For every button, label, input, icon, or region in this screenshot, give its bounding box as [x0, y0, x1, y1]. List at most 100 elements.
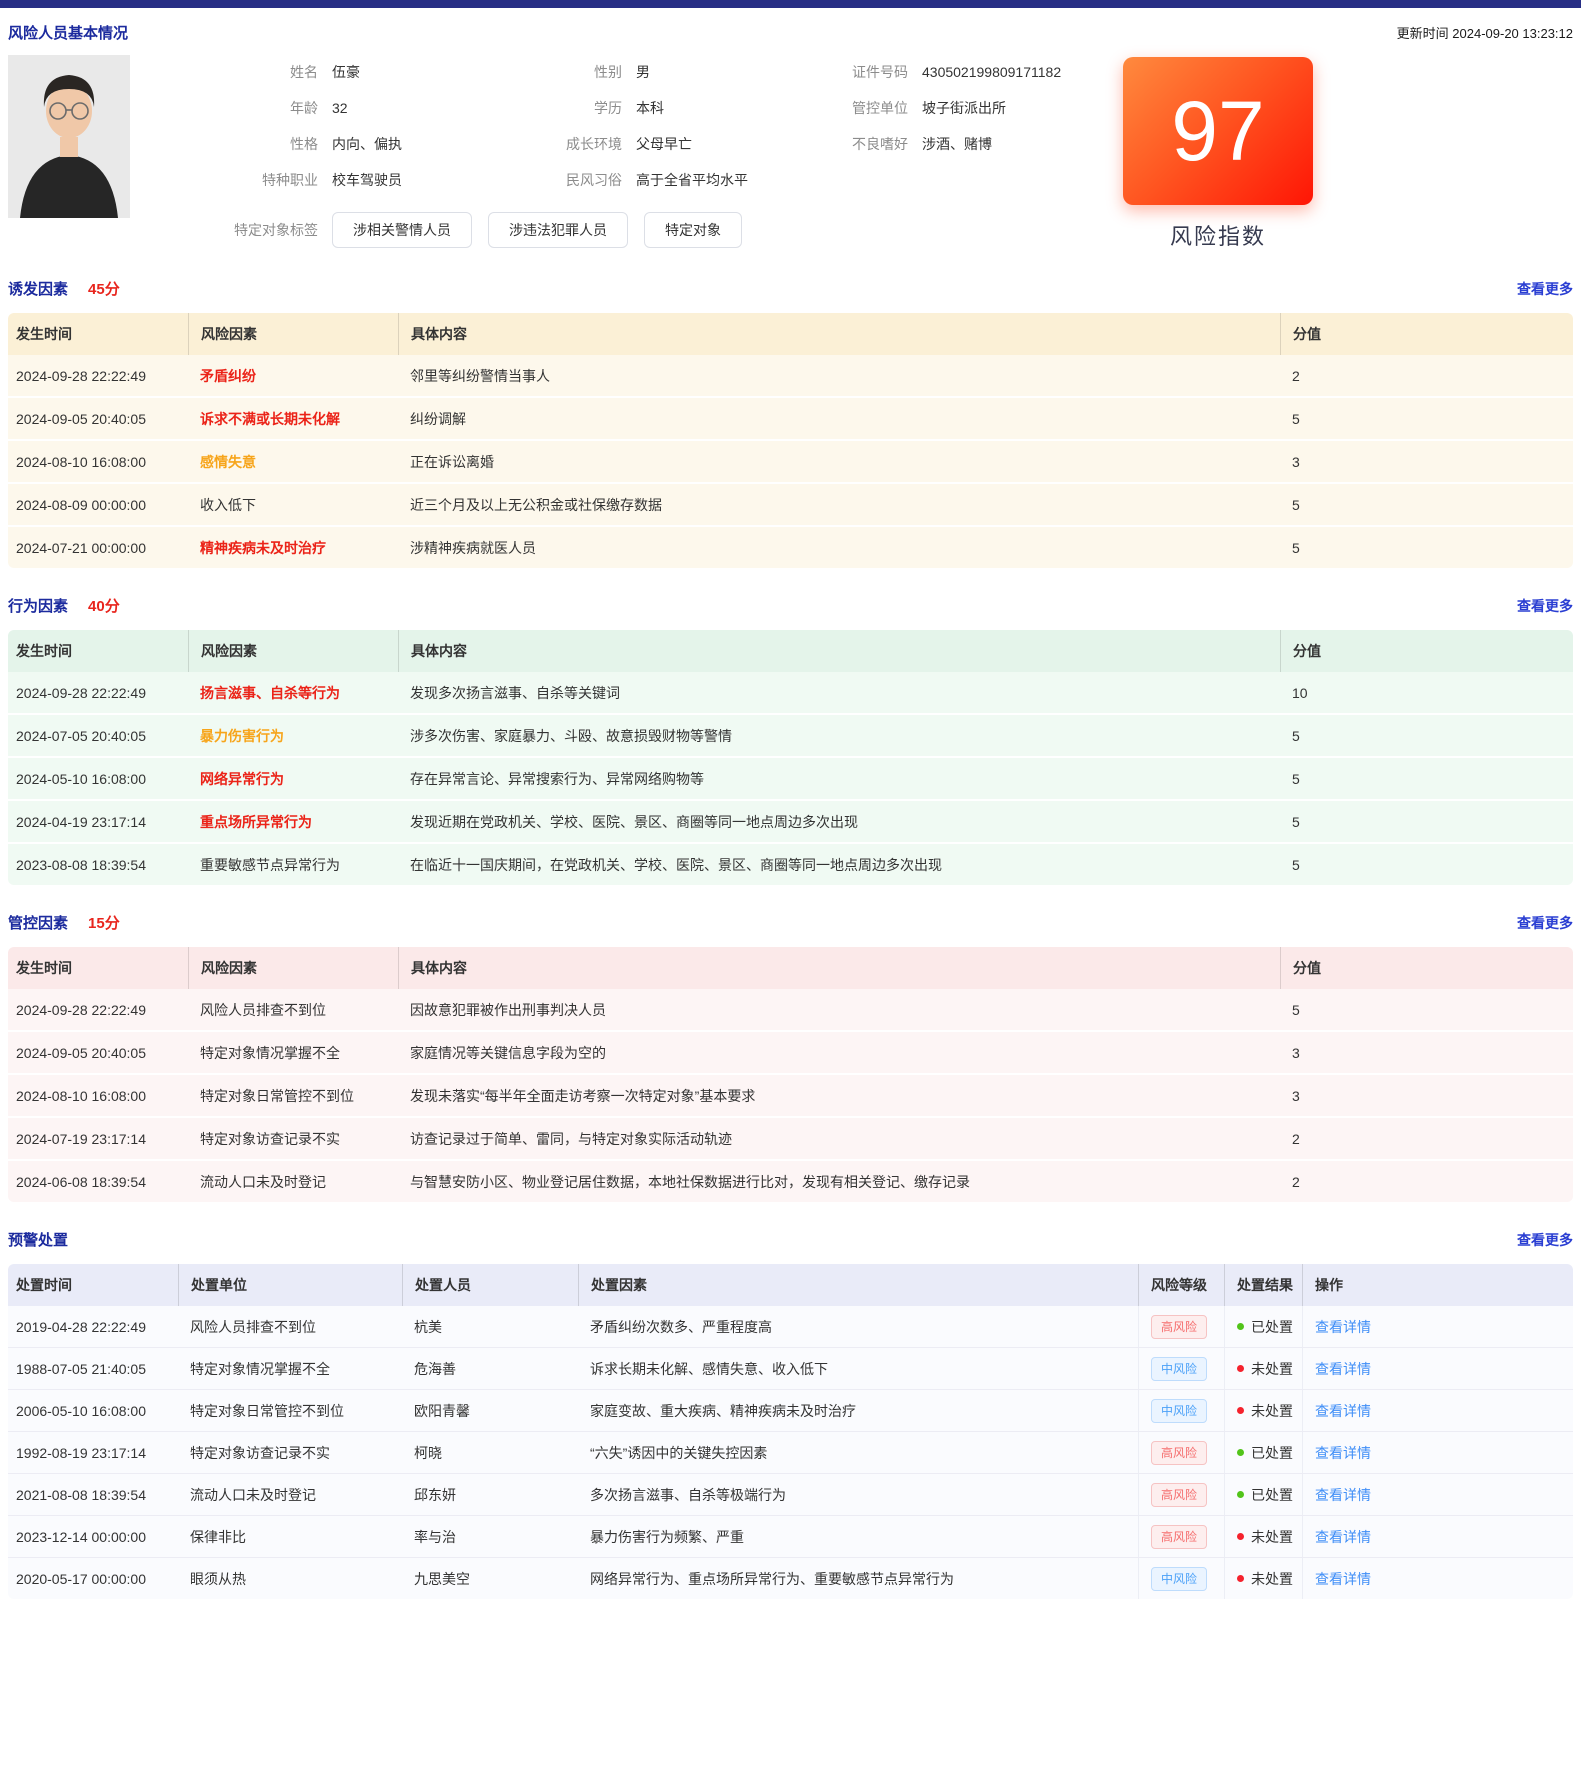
- column-header: 风险等级: [1138, 1264, 1224, 1306]
- risk-person-page: 风险人员基本情况 更新时间 2024-09-20 13:23:12 姓名伍豪性别…: [0, 22, 1581, 1599]
- cell-risk-factor: 特定对象日常管控不到位: [188, 1075, 398, 1116]
- cell-score: 5: [1280, 758, 1573, 799]
- table-row: 2024-08-10 16:08:00特定对象日常管控不到位发现未落实“每半年全…: [8, 1073, 1573, 1116]
- column-header: 处置人员: [402, 1264, 578, 1306]
- view-more-link[interactable]: 查看更多: [1517, 596, 1573, 616]
- result-status-dot: [1237, 1533, 1244, 1540]
- column-header: 分值: [1280, 313, 1573, 355]
- risk-level-badge: 高风险: [1151, 1483, 1207, 1507]
- column-header: 处置时间: [8, 1264, 178, 1306]
- field-label: 不良嗜好: [846, 134, 908, 154]
- column-header: 处置因素: [578, 1264, 1138, 1306]
- table-row: 2024-09-28 22:22:49矛盾纠纷邻里等纠纷警情当事人2: [8, 355, 1573, 396]
- cell-risk-factor: 风险人员排查不到位: [188, 989, 398, 1030]
- field-label: 学历: [536, 98, 622, 118]
- cell-occur-time: 2024-09-05 20:40:05: [8, 398, 188, 439]
- field-label: 证件号码: [846, 62, 908, 82]
- result-status-text: 未处置: [1251, 1527, 1293, 1547]
- cell-occur-time: 2024-09-28 22:22:49: [8, 672, 188, 713]
- cell-disposal-result: 已处置: [1224, 1432, 1302, 1473]
- section-header: 预警处置 查看更多: [8, 1229, 1573, 1250]
- cell-disposal-unit: 特定对象访查记录不实: [178, 1432, 402, 1473]
- cell-risk-level: 高风险: [1138, 1474, 1224, 1515]
- section-header: 诱发因素 45分 查看更多: [8, 278, 1573, 299]
- cell-disposal-result: 已处置: [1224, 1306, 1302, 1347]
- risk-level-badge: 高风险: [1151, 1441, 1207, 1465]
- cell-risk-factor: 特定对象情况掌握不全: [188, 1032, 398, 1073]
- control-factors-table: 发生时间风险因素具体内容分值 2024-09-28 22:22:49风险人员排查…: [8, 947, 1573, 1202]
- table-row: 2024-07-21 00:00:00精神疾病未及时治疗涉精神疾病就医人员5: [8, 525, 1573, 568]
- cell-disposal-time: 2023-12-14 00:00:00: [8, 1516, 178, 1557]
- profile-photo: [8, 55, 130, 218]
- cell-score: 10: [1280, 672, 1573, 713]
- view-detail-link[interactable]: 查看详情: [1315, 1569, 1371, 1589]
- field-label: 性格: [206, 134, 318, 154]
- cell-disposal-time: 1988-07-05 21:40:05: [8, 1348, 178, 1389]
- table-header-row: 发生时间风险因素具体内容分值: [8, 630, 1573, 672]
- cell-risk-factor: 矛盾纠纷: [188, 355, 398, 396]
- result-status-text: 未处置: [1251, 1569, 1293, 1589]
- column-header: 发生时间: [8, 947, 188, 989]
- cell-occur-time: 2024-09-28 22:22:49: [8, 989, 188, 1030]
- cell-score: 5: [1280, 398, 1573, 439]
- risk-level-badge: 中风险: [1151, 1399, 1207, 1423]
- table-row: 2024-07-19 23:17:14特定对象访查记录不实访查记录过于简单、雷同…: [8, 1116, 1573, 1159]
- tag-chip[interactable]: 涉违法犯罪人员: [488, 212, 628, 248]
- tags-label: 特定对象标签: [206, 220, 318, 240]
- risk-level-badge: 中风险: [1151, 1567, 1207, 1591]
- view-detail-link[interactable]: 查看详情: [1315, 1443, 1371, 1463]
- person-portrait-image: [8, 55, 130, 218]
- cell-score: 5: [1280, 989, 1573, 1030]
- view-more-link[interactable]: 查看更多: [1517, 913, 1573, 933]
- cell-disposal-person: 邱东妍: [402, 1474, 578, 1515]
- view-more-link[interactable]: 查看更多: [1517, 279, 1573, 299]
- tag-chip[interactable]: 涉相关警情人员: [332, 212, 472, 248]
- cell-score: 5: [1280, 844, 1573, 885]
- table-row: 2024-04-19 23:17:14重点场所异常行为发现近期在党政机关、学校、…: [8, 799, 1573, 842]
- behavior-factors-table: 发生时间风险因素具体内容分值 2024-09-28 22:22:49扬言滋事、自…: [8, 630, 1573, 885]
- risk-level-badge: 中风险: [1151, 1357, 1207, 1381]
- column-header: 风险因素: [188, 313, 398, 355]
- view-detail-link[interactable]: 查看详情: [1315, 1527, 1371, 1547]
- cell-action: 查看详情: [1302, 1306, 1573, 1347]
- profile-field: 不良嗜好涉酒、赌博: [846, 134, 1123, 154]
- view-detail-link[interactable]: 查看详情: [1315, 1359, 1371, 1379]
- table-header-row: 发生时间风险因素具体内容分值: [8, 313, 1573, 355]
- cell-risk-factor: 特定对象访查记录不实: [188, 1118, 398, 1159]
- profile-field: 成长环境父母早亡: [536, 134, 846, 154]
- view-detail-link[interactable]: 查看详情: [1315, 1401, 1371, 1421]
- view-detail-link[interactable]: 查看详情: [1315, 1485, 1371, 1505]
- cell-disposal-factor: 诉求长期未化解、感情失意、收入低下: [578, 1348, 1138, 1389]
- view-detail-link[interactable]: 查看详情: [1315, 1317, 1371, 1337]
- cell-disposal-time: 2020-05-17 00:00:00: [8, 1558, 178, 1599]
- cell-occur-time: 2024-07-19 23:17:14: [8, 1118, 188, 1159]
- table-header-row: 处置时间处置单位处置人员处置因素风险等级处置结果操作: [8, 1264, 1573, 1306]
- column-header: 风险因素: [188, 947, 398, 989]
- field-value: 坡子街派出所: [922, 98, 1006, 118]
- field-value: 校车驾驶员: [332, 170, 402, 190]
- page-title: 风险人员基本情况: [8, 22, 128, 43]
- cell-risk-level: 高风险: [1138, 1306, 1224, 1347]
- cell-action: 查看详情: [1302, 1474, 1573, 1515]
- cell-score: 3: [1280, 1075, 1573, 1116]
- cell-occur-time: 2023-08-08 18:39:54: [8, 844, 188, 885]
- profile-field: 特种职业校车驾驶员: [206, 170, 536, 190]
- tag-chip[interactable]: 特定对象: [644, 212, 742, 248]
- profile-field: 姓名伍豪: [206, 62, 536, 82]
- risk-level-badge: 高风险: [1151, 1315, 1207, 1339]
- section-warning-disposal: 预警处置 查看更多 处置时间处置单位处置人员处置因素风险等级处置结果操作 201…: [8, 1229, 1573, 1599]
- cell-detail-content: 访查记录过于简单、雷同，与特定对象实际活动轨迹: [398, 1118, 1280, 1159]
- cell-detail-content: 在临近十一国庆期间，在党政机关、学校、医院、景区、商圈等同一地点周边多次出现: [398, 844, 1280, 885]
- table-row: 2006-05-10 16:08:00特定对象日常管控不到位欧阳青馨家庭变故、重…: [8, 1389, 1573, 1431]
- cell-disposal-unit: 眼须从热: [178, 1558, 402, 1599]
- table-row: 1992-08-19 23:17:14特定对象访查记录不实柯晓“六失”诱因中的关…: [8, 1431, 1573, 1473]
- cell-detail-content: 正在诉讼离婚: [398, 441, 1280, 482]
- cell-occur-time: 2024-06-08 18:39:54: [8, 1161, 188, 1202]
- column-header: 具体内容: [398, 630, 1280, 672]
- view-more-link[interactable]: 查看更多: [1517, 1230, 1573, 1250]
- cell-risk-factor: 诉求不满或长期未化解: [188, 398, 398, 439]
- cell-detail-content: 发现未落实“每半年全面走访考察一次特定对象”基本要求: [398, 1075, 1280, 1116]
- profile-field-row: 特种职业校车驾驶员民风习俗高于全省平均水平: [206, 170, 1123, 190]
- section-title: 行为因素: [8, 595, 68, 616]
- table-row: 2023-12-14 00:00:00保律非比率与治暴力伤害行为频繁、严重高风险…: [8, 1515, 1573, 1557]
